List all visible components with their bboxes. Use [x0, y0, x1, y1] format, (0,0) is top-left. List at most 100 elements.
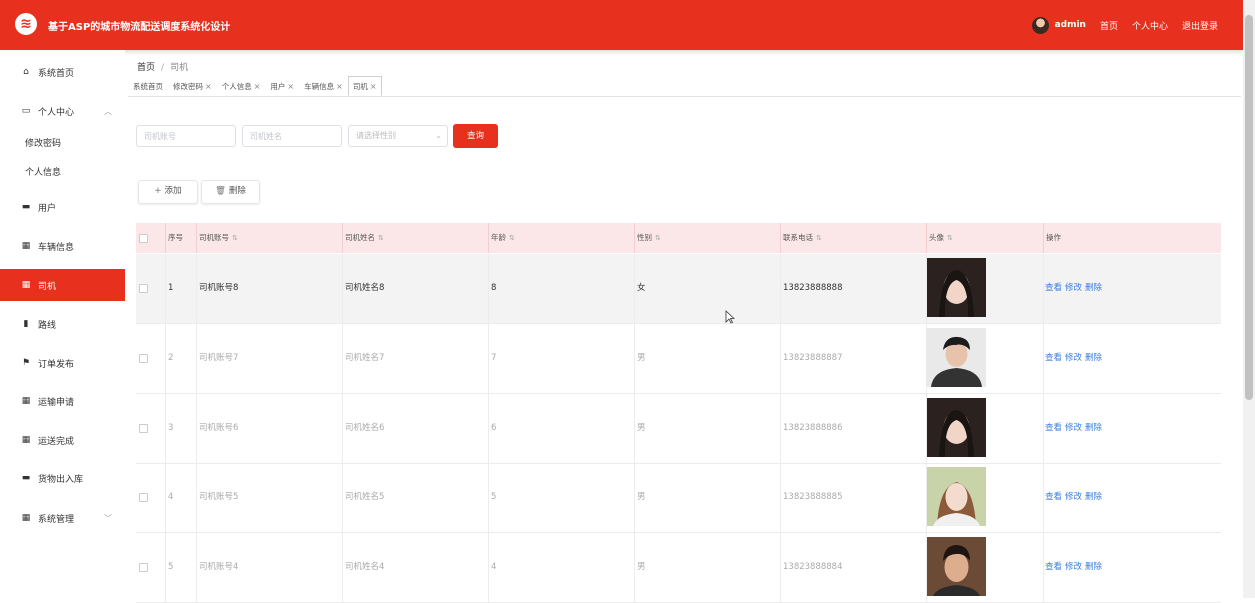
tab-change-password[interactable]: 修改密码 ×	[168, 76, 217, 96]
driver-photo[interactable]	[927, 398, 986, 457]
tab-vehicles[interactable]: 车辆信息 ×	[299, 76, 348, 96]
sort-icon[interactable]: ⇅	[378, 234, 384, 242]
edit-link[interactable]: 修改	[1065, 353, 1082, 363]
driver-photo[interactable]	[927, 258, 986, 317]
sidebar-item-warehouse[interactable]: ▬ 货物出入库	[0, 462, 125, 494]
tab-label: 修改密码	[173, 81, 203, 91]
column-header-gender[interactable]: 性别 ⇅	[634, 223, 780, 253]
sidebar-item-users[interactable]: ▬ 用户	[0, 191, 125, 223]
driver-account-input[interactable]	[136, 125, 236, 147]
sidebar-item-system-management[interactable]: ▦ 系统管理 ﹀	[0, 502, 125, 534]
sidebar-item-personal-center[interactable]: ▭ 个人中心 ︿	[0, 95, 125, 127]
tab-users[interactable]: 用户 ×	[265, 76, 299, 96]
column-header-phone[interactable]: 联系电话 ⇅	[780, 223, 926, 253]
cell-age: 4	[488, 533, 634, 602]
table-row[interactable]: 4 司机账号5 司机姓名5 5 男 13823888885 查看 修改 删除	[136, 463, 1221, 533]
sidebar-subitem-change-password[interactable]: 修改密码	[25, 136, 61, 149]
close-icon[interactable]: ×	[336, 82, 343, 91]
row-checkbox[interactable]	[139, 563, 148, 572]
gender-select[interactable]: 请选择性别 ⌄	[348, 125, 448, 147]
view-link[interactable]: 查看	[1045, 283, 1062, 293]
sidebar-item-transport-request[interactable]: ▦ 运输申请	[0, 385, 125, 417]
delete-link[interactable]: 删除	[1085, 562, 1102, 572]
sidebar-item-drivers[interactable]: ▦ 司机	[0, 269, 125, 301]
sidebar-item-home[interactable]: ⌂ 系统首页	[0, 56, 125, 88]
table-row[interactable]: 5 司机账号4 司机姓名4 4 男 13823888884 查看 修改 删除	[136, 533, 1221, 603]
table-row[interactable]: 1 司机账号8 司机姓名8 8 女 13823888888 查看 修改 删除	[136, 254, 1221, 324]
mouse-cursor-icon	[725, 310, 735, 324]
driver-photo[interactable]	[927, 328, 986, 387]
close-icon[interactable]: ×	[205, 82, 212, 91]
search-button[interactable]: 查询	[453, 124, 498, 148]
add-button-label: 添加	[164, 186, 182, 196]
column-label: 年龄	[491, 233, 506, 242]
tab-home[interactable]: 系统首页	[128, 76, 168, 96]
edit-link[interactable]: 修改	[1065, 562, 1082, 572]
close-icon[interactable]: ×	[254, 82, 261, 91]
view-link[interactable]: 查看	[1045, 353, 1062, 363]
row-checkbox[interactable]	[139, 493, 148, 502]
cell-age: 7	[488, 324, 634, 393]
table-row[interactable]: 2 司机账号7 司机姓名7 7 男 13823888887 查看 修改 删除	[136, 324, 1221, 394]
row-checkbox[interactable]	[139, 354, 148, 363]
chevron-down-icon: ⌄	[435, 131, 442, 140]
tab-bar: 系统首页 修改密码 × 个人信息 × 用户 × 车辆信息 × 司机 ×	[128, 76, 1241, 97]
driver-photo[interactable]	[927, 467, 986, 526]
breadcrumb-home[interactable]: 首页	[137, 63, 155, 73]
avatar[interactable]	[1031, 16, 1049, 34]
delete-link[interactable]: 删除	[1085, 492, 1102, 502]
add-button[interactable]: + 添加	[138, 180, 198, 204]
close-icon[interactable]: ×	[370, 82, 377, 91]
sort-icon[interactable]: ⇅	[816, 234, 822, 242]
view-link[interactable]: 查看	[1045, 562, 1062, 572]
tab-label: 车辆信息	[304, 81, 335, 91]
driver-name-input[interactable]	[242, 125, 342, 147]
delete-link[interactable]: 删除	[1085, 283, 1102, 293]
sidebar-item-routes[interactable]: ▮ 路线	[0, 308, 125, 340]
delete-button[interactable]: 🗑 删除	[201, 180, 260, 204]
column-header-account[interactable]: 司机账号 ⇅	[196, 223, 342, 253]
column-header-name[interactable]: 司机姓名 ⇅	[342, 223, 488, 253]
delete-link[interactable]: 删除	[1085, 353, 1102, 363]
select-all-checkbox[interactable]	[139, 234, 148, 243]
sort-icon[interactable]: ⇅	[947, 234, 953, 242]
row-checkbox[interactable]	[139, 424, 148, 433]
table-row[interactable]: 3 司机账号6 司机姓名6 6 男 13823888886 查看 修改 删除	[136, 394, 1221, 464]
username[interactable]: admin	[1055, 20, 1086, 30]
sort-icon[interactable]: ⇅	[509, 234, 515, 242]
sort-icon[interactable]: ⇅	[655, 234, 661, 242]
sidebar-item-delivery-complete[interactable]: ▦ 运送完成	[0, 424, 125, 456]
sidebar-item-vehicles[interactable]: ▦ 车辆信息	[0, 230, 125, 262]
tab-personal-info[interactable]: 个人信息 ×	[217, 76, 266, 96]
view-link[interactable]: 查看	[1045, 423, 1062, 433]
sort-icon[interactable]: ⇅	[232, 234, 238, 242]
sidebar-item-label: 订单发布	[38, 359, 75, 370]
edit-link[interactable]: 修改	[1065, 283, 1082, 293]
monitor-icon: ▬	[21, 473, 31, 483]
header-link-logout[interactable]: 退出登录	[1182, 19, 1218, 32]
tab-drivers[interactable]: 司机 ×	[347, 76, 382, 96]
cell-gender: 男	[634, 324, 780, 393]
sidebar-item-orders[interactable]: ⚑ 订单发布	[0, 347, 125, 379]
scrollbar-thumb[interactable]	[1245, 15, 1253, 400]
close-icon[interactable]: ×	[287, 82, 294, 91]
column-header-age[interactable]: 年龄 ⇅	[488, 223, 634, 253]
sidebar-subitem-personal-info[interactable]: 个人信息	[25, 165, 61, 178]
row-checkbox[interactable]	[139, 284, 148, 293]
edit-link[interactable]: 修改	[1065, 492, 1082, 502]
cell-name: 司机姓名5	[342, 463, 488, 532]
sidebar-item-label: 路线	[38, 320, 57, 331]
header-link-home[interactable]: 首页	[1100, 19, 1118, 32]
edit-link[interactable]: 修改	[1065, 423, 1082, 433]
grid-icon: ▦	[21, 241, 31, 251]
breadcrumb-current: 司机	[170, 63, 189, 73]
cell-account: 司机账号7	[196, 324, 342, 393]
cell-gender: 男	[634, 533, 780, 602]
driver-photo[interactable]	[927, 537, 986, 596]
vertical-scrollbar[interactable]	[1243, 0, 1255, 598]
column-header-avatar[interactable]: 头像 ⇅	[926, 223, 1043, 253]
delete-link[interactable]: 删除	[1085, 423, 1102, 433]
view-link[interactable]: 查看	[1045, 492, 1062, 502]
cell-name: 司机姓名7	[342, 324, 488, 393]
header-link-profile[interactable]: 个人中心	[1132, 19, 1168, 32]
